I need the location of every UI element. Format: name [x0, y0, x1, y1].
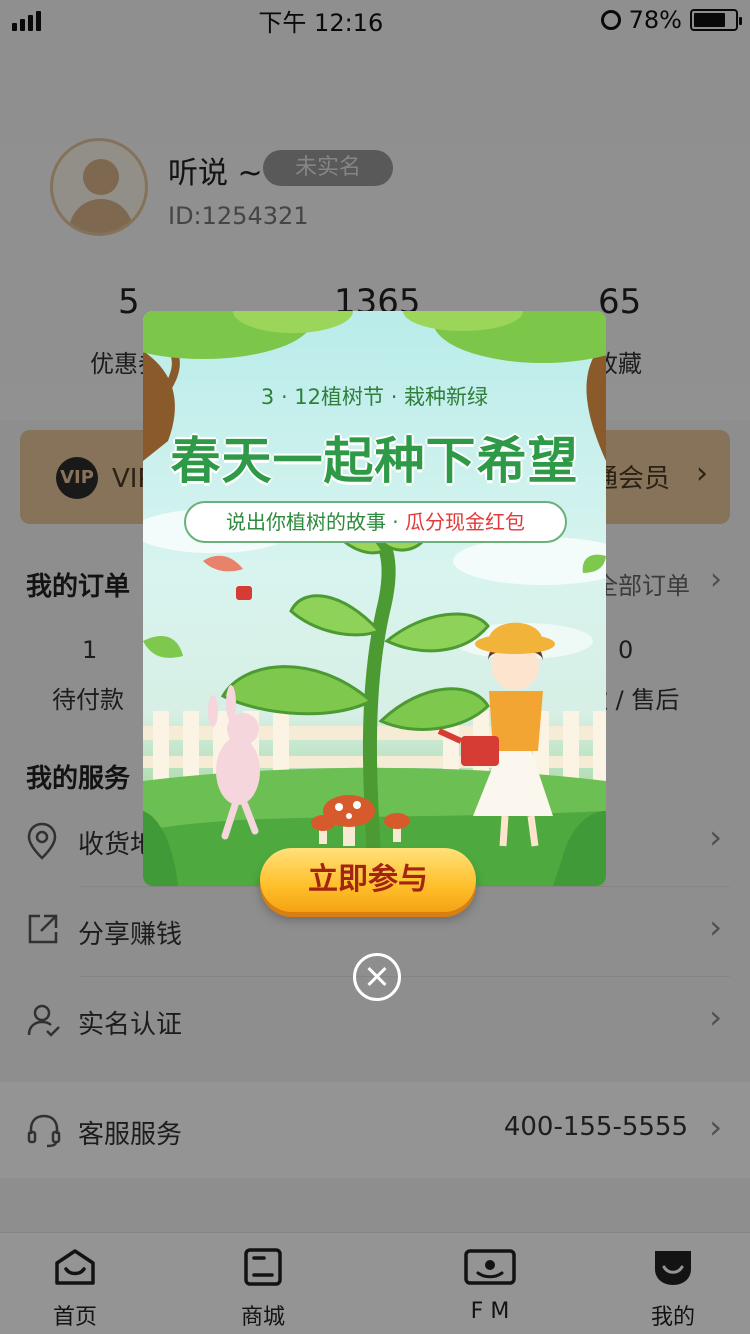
promo-modal[interactable]: 3 · 12植树节 · 栽种新绿 春天一起种下希望 说出你植树的故事 · 瓜分现… [143, 311, 606, 886]
modal-subtitle: 3 · 12植树节 · 栽种新绿 [260, 385, 489, 409]
tagline-story: 说出你植树的故事 · [225, 510, 406, 534]
close-icon[interactable] [353, 953, 401, 1001]
modal-tagline: 说出你植树的故事 · 瓜分现金红包 [184, 501, 567, 543]
modal-title: 春天一起种下希望 [170, 432, 579, 490]
join-now-button[interactable]: 立即参与 [260, 848, 476, 912]
tagline-red-packet: 瓜分现金红包 [405, 510, 526, 534]
